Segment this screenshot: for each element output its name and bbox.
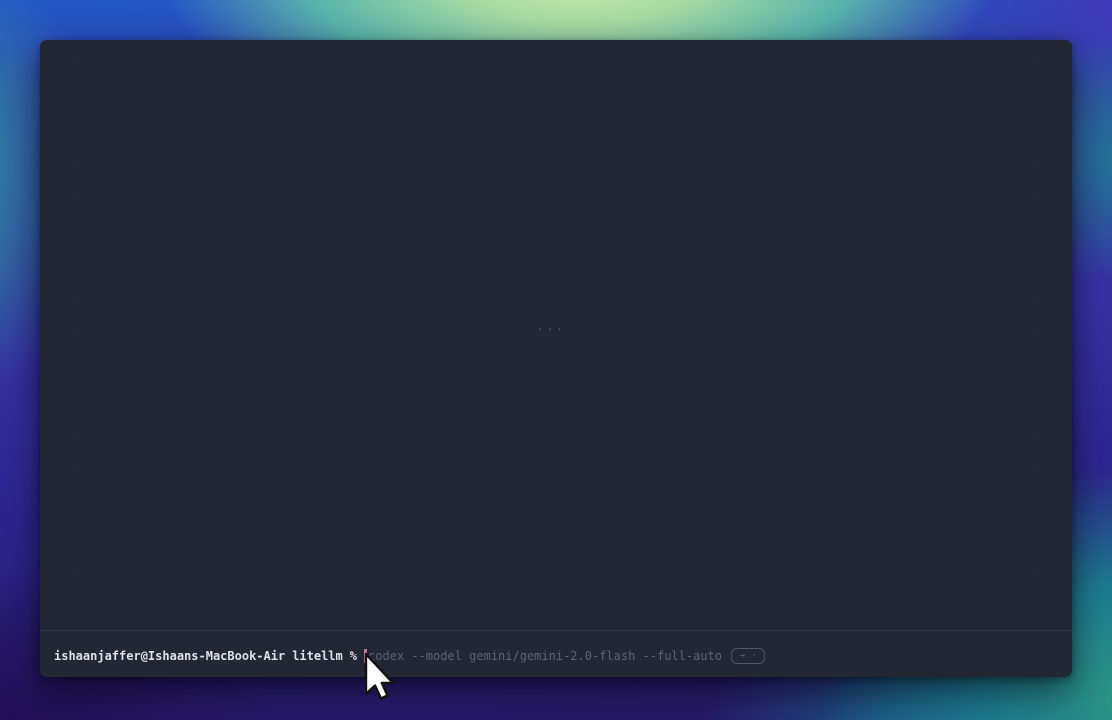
terminal-window[interactable]: ··· ishaanjaffer@Ishaans-MacBook-Air lite… — [40, 40, 1072, 677]
prompt-symbol: % — [350, 648, 357, 664]
accept-suggestion-hint-badge: → · — [731, 648, 765, 664]
autosuggest-command: codex --model gemini/gemini-2.0-flash --… — [368, 648, 722, 664]
desktop-wallpaper: ··· ishaanjaffer@Ishaans-MacBook-Air lite… — [0, 0, 1112, 720]
loading-ellipsis: ··· — [537, 323, 566, 336]
prompt-user-host: ishaanjaffer@Ishaans-MacBook-Air — [54, 648, 285, 664]
shell-prompt-input[interactable]: ishaanjaffer@Ishaans-MacBook-Air litellm%… — [54, 648, 1058, 664]
prompt-directory: litellm — [292, 648, 343, 664]
text-caret — [364, 649, 367, 663]
prompt-divider-line — [40, 630, 1072, 631]
